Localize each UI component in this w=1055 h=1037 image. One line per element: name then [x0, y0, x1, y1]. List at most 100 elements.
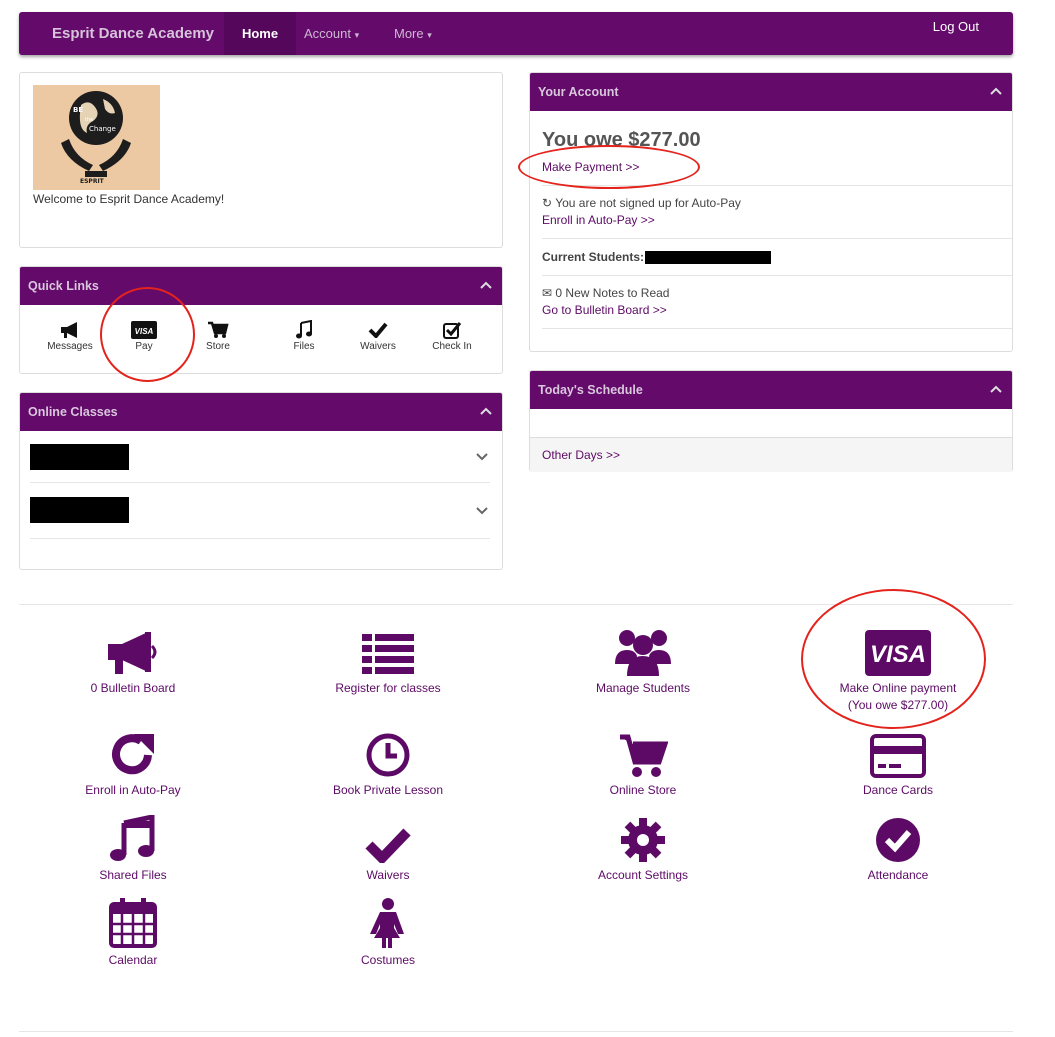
online-classes-panel: Online Classes	[19, 392, 503, 570]
grid-make-online-payment[interactable]: VISA Make Online payment (You owe $277.00…	[773, 624, 1023, 714]
autopay-status: ↻ You are not signed up for Auto-Pay	[542, 196, 741, 210]
quick-link-waivers[interactable]: Waivers	[343, 319, 413, 352]
chevron-up-icon[interactable]	[990, 385, 1002, 393]
quick-link-label: Waivers	[360, 341, 396, 352]
academy-logo: BE the Change ESPRIT	[33, 85, 160, 190]
quick-link-store[interactable]: Store	[183, 319, 253, 352]
grid-label: Waivers	[366, 868, 410, 882]
logout-link[interactable]: Log Out	[933, 5, 979, 48]
amount-owed: You owe $277.00	[542, 129, 701, 151]
grid-label: Manage Students	[595, 681, 691, 695]
svg-text:BE: BE	[73, 106, 83, 114]
grid-online-store[interactable]: Online Store	[518, 726, 768, 799]
grid-calendar[interactable]: Calendar	[8, 896, 258, 969]
grid-costumes[interactable]: Costumes	[263, 896, 513, 969]
welcome-message: Welcome to Esprit Dance Academy!	[33, 192, 225, 206]
cart-icon	[183, 319, 253, 341]
caret-down-icon: ▾	[427, 30, 432, 40]
nav-account-label: Account	[304, 26, 351, 41]
check-circle-icon	[773, 811, 1023, 863]
chevron-up-icon[interactable]	[480, 281, 492, 289]
clock-icon	[263, 726, 513, 778]
grid-bulletin-board[interactable]: 0 Bulletin Board	[8, 624, 258, 697]
top-navbar: Esprit Dance Academy Home Account ▾ More…	[19, 12, 1013, 55]
divider	[542, 328, 1012, 329]
pay-label-line1: Make Online payment	[839, 681, 957, 695]
divider	[30, 538, 490, 539]
svg-text:VISA: VISA	[870, 641, 926, 668]
grid-account-settings[interactable]: Account Settings	[518, 811, 768, 884]
divider	[542, 275, 1012, 276]
online-classes-header[interactable]: Online Classes	[20, 393, 502, 431]
grid-label: Book Private Lesson	[332, 783, 444, 797]
list-icon	[263, 624, 513, 676]
visa-icon: VISA	[773, 624, 1023, 676]
grid-book-private-lesson[interactable]: Book Private Lesson	[263, 726, 513, 799]
grid-dance-cards[interactable]: Dance Cards	[773, 726, 1023, 799]
todays-schedule-header[interactable]: Today's Schedule	[530, 371, 1012, 409]
megaphone-icon	[8, 624, 258, 676]
notes-status: ✉ 0 New Notes to Read	[542, 286, 669, 300]
grid-label: Register for classes	[335, 681, 441, 695]
section-divider	[19, 604, 1013, 605]
quick-links-title: Quick Links	[28, 279, 99, 293]
quick-links-header[interactable]: Quick Links	[20, 267, 502, 305]
nav-more-dropdown[interactable]: More ▾	[394, 12, 432, 55]
todays-schedule-panel: Today's Schedule Other Days >>	[529, 370, 1013, 472]
enroll-autopay-link[interactable]: Enroll in Auto-Pay >>	[542, 213, 655, 227]
visa-icon: VISA	[109, 319, 179, 341]
caret-down-icon: ▾	[354, 30, 360, 40]
bulletin-board-link[interactable]: Go to Bulletin Board >>	[542, 303, 667, 317]
grid-label: 0 Bulletin Board	[90, 681, 176, 695]
chevron-down-icon[interactable]	[476, 453, 488, 461]
gear-icon	[518, 811, 768, 863]
quick-link-messages[interactable]: Messages	[35, 319, 105, 352]
chevron-down-icon[interactable]	[476, 507, 488, 515]
calendar-icon	[8, 896, 258, 948]
quick-link-files[interactable]: Files	[269, 319, 339, 352]
schedule-footer: Other Days >>	[530, 437, 1012, 472]
nav-home[interactable]: Home	[224, 12, 296, 55]
divider	[30, 482, 490, 483]
svg-text:VISA: VISA	[135, 327, 154, 336]
quick-links-panel: Quick Links Messages VISA Pay Store File…	[19, 266, 503, 374]
quick-link-label: Pay	[135, 341, 153, 352]
grid-register-classes[interactable]: Register for classes	[263, 624, 513, 697]
svg-text:ESPRIT: ESPRIT	[80, 178, 105, 185]
grid-enroll-autopay[interactable]: Enroll in Auto-Pay	[8, 726, 258, 799]
your-account-panel: Your Account You owe $277.00 Make Paymen…	[529, 72, 1013, 352]
grid-attendance[interactable]: Attendance	[773, 811, 1023, 884]
redacted-class-name[interactable]	[30, 497, 129, 523]
quick-link-label: Messages	[47, 341, 93, 352]
grid-shared-files[interactable]: Shared Files	[8, 811, 258, 884]
megaphone-icon	[35, 319, 105, 341]
autopay-status-text: You are not signed up for Auto-Pay	[555, 196, 741, 210]
chevron-up-icon[interactable]	[990, 87, 1002, 95]
redacted-student-names	[645, 251, 771, 264]
grid-label: Account Settings	[597, 868, 689, 882]
quick-link-check-in[interactable]: Check In	[417, 319, 487, 352]
notes-status-text: 0 New Notes to Read	[555, 286, 670, 300]
users-icon	[518, 624, 768, 676]
quick-link-pay[interactable]: VISA Pay	[109, 319, 179, 352]
music-icon	[269, 319, 339, 341]
chevron-up-icon[interactable]	[480, 407, 492, 415]
svg-text:the: the	[85, 117, 93, 123]
todays-schedule-title: Today's Schedule	[538, 383, 643, 397]
section-divider	[19, 1031, 1013, 1032]
grid-manage-students[interactable]: Manage Students	[518, 624, 768, 697]
other-days-link[interactable]: Other Days >>	[542, 448, 620, 462]
nav-account-dropdown[interactable]: Account ▾	[304, 12, 359, 55]
refresh-icon: ↻	[542, 196, 553, 210]
your-account-header[interactable]: Your Account	[530, 73, 1012, 111]
brand-link[interactable]: Esprit Dance Academy	[52, 25, 214, 42]
female-icon	[263, 896, 513, 948]
make-payment-link[interactable]: Make Payment >>	[542, 160, 639, 174]
redacted-class-name[interactable]	[30, 444, 129, 470]
grid-label: Online Store	[609, 783, 677, 797]
grid-waivers[interactable]: Waivers	[263, 811, 513, 884]
cart-icon	[518, 726, 768, 778]
nav-more-label: More	[394, 26, 424, 41]
divider	[542, 238, 1012, 239]
grid-label: Attendance	[867, 868, 929, 882]
